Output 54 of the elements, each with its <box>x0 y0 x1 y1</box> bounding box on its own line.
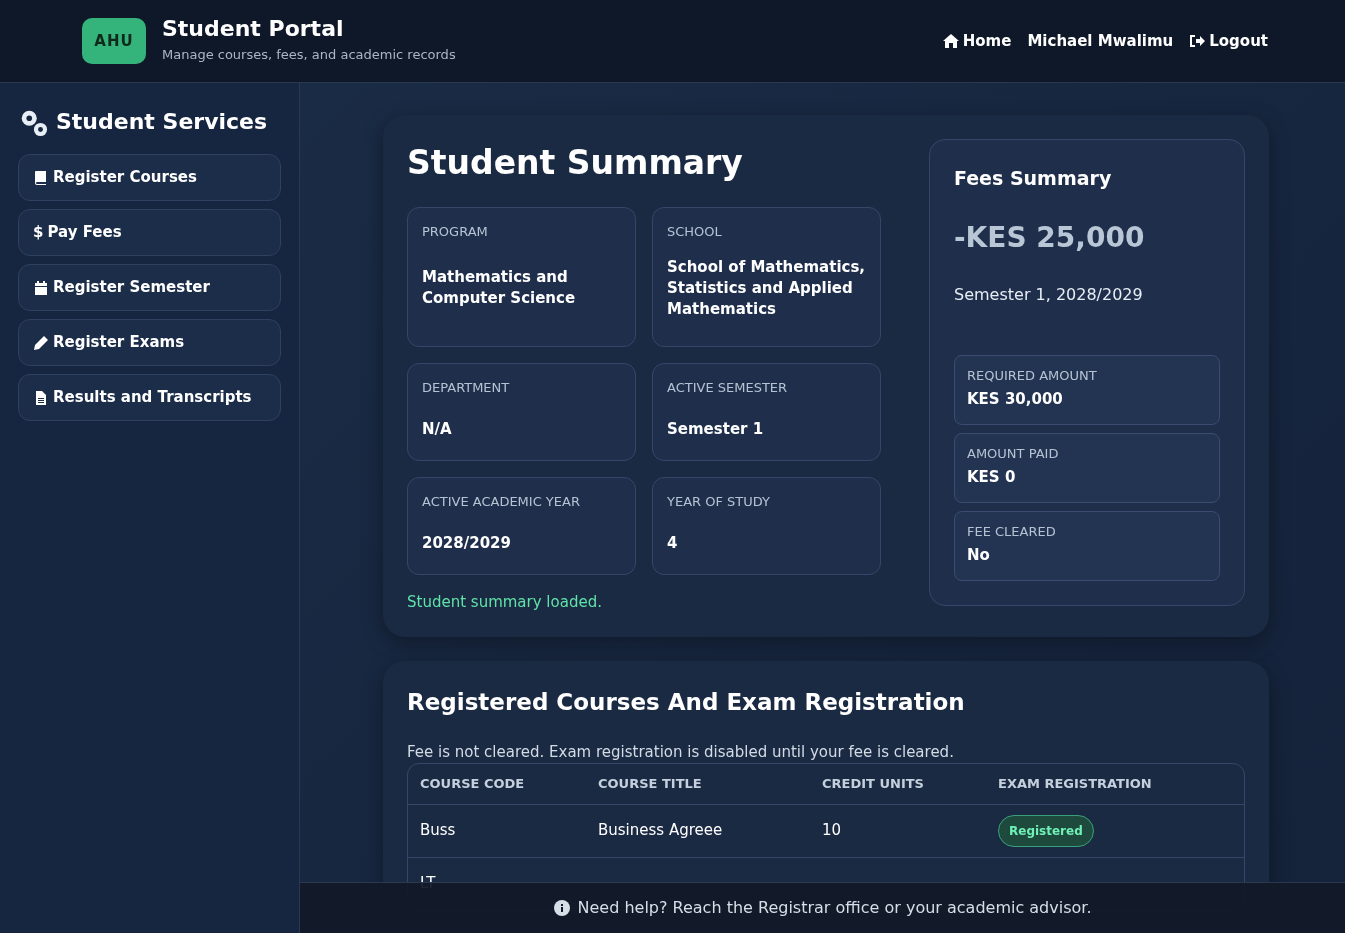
tile-label: AMOUNT PAID <box>967 444 1060 463</box>
courses-title: Registered Courses And Exam Registration <box>407 689 966 717</box>
fee-notice: Fee is not cleared. Exam registration is disabled until your fee is cleared. <box>407 741 955 763</box>
info-icon <box>553 900 570 916</box>
column-header: CREDIT UNITS <box>821 775 925 794</box>
sidebar-item[interactable]: Register Exams <box>18 319 281 366</box>
tile-label: ACTIVE SEMESTER <box>667 378 789 397</box>
sidebar-item[interactable]: Register Courses <box>18 154 281 201</box>
column-header: EXAM REGISTRATION <box>997 775 1153 794</box>
table-cell-text: Buss <box>420 820 456 842</box>
sidebar-item[interactable]: Register Semester <box>18 264 281 311</box>
fees-period: Semester 1, 2028/2029 <box>954 283 1144 306</box>
tile-value: 4 <box>667 532 679 554</box>
dollar-icon: $ <box>33 221 44 244</box>
user-link[interactable]: Michael Mwalimu <box>1027 29 1174 53</box>
calendar-icon <box>33 279 49 296</box>
tile-label: DEPARTMENT <box>422 378 511 397</box>
portal-subtitle: Manage courses, fees, and academic records <box>162 46 456 65</box>
fees-balance: -KES 25,000 <box>954 219 1146 256</box>
tile-label: ACTIVE ACADEMIC YEAR <box>422 492 581 511</box>
fees-title: Fees Summary <box>954 166 1113 191</box>
tile-value: Semester 1 <box>667 418 765 440</box>
tile-value: N/A <box>422 418 453 440</box>
sidebar-title: Student Services <box>56 108 268 136</box>
book-icon <box>33 169 49 186</box>
tile-label: PROGRAM <box>422 222 489 241</box>
table-cell-text: 10 <box>822 820 842 842</box>
pencil-icon <box>33 334 49 351</box>
status-message: Student summary loaded. <box>407 591 603 613</box>
column-header: COURSE TITLE <box>597 775 703 794</box>
tile-label: YEAR OF STUDY <box>667 492 771 511</box>
summary-title: Student Summary <box>407 143 744 183</box>
tile-value: KES 30,000 <box>967 389 1064 410</box>
house-icon <box>942 33 959 49</box>
tile-value: No <box>967 545 991 566</box>
logout-icon <box>1189 33 1206 49</box>
table-cell-text: Business Agreee <box>598 820 723 842</box>
file-icon <box>33 389 49 406</box>
logout-link[interactable]: Logout <box>1189 29 1268 53</box>
column-header: COURSE CODE <box>419 775 526 794</box>
tile-label: SCHOOL <box>667 222 723 241</box>
sidebar-item[interactable]: $ Pay Fees <box>18 209 281 256</box>
sidebar-item[interactable]: Results and Transcripts <box>18 374 281 421</box>
tile-value: Mathematics and Computer Science <box>422 267 577 310</box>
help-text: Need help? Reach the Registrar office or your academic advisor. <box>577 897 1092 919</box>
tile-label: FEE CLEARED <box>967 522 1057 541</box>
logo-badge: AHU <box>82 18 146 64</box>
registered-badge: Registered <box>998 814 1094 847</box>
tile-label: REQUIRED AMOUNT <box>967 366 1098 385</box>
tile-value: 2028/2029 <box>422 532 512 554</box>
home-link[interactable]: Home <box>942 29 1012 53</box>
tile-value: School of Mathematics, Statistics and Applied Mathematics <box>667 256 866 320</box>
tile-value: KES 0 <box>967 467 1017 488</box>
portal-title: Student Portal <box>162 17 345 42</box>
